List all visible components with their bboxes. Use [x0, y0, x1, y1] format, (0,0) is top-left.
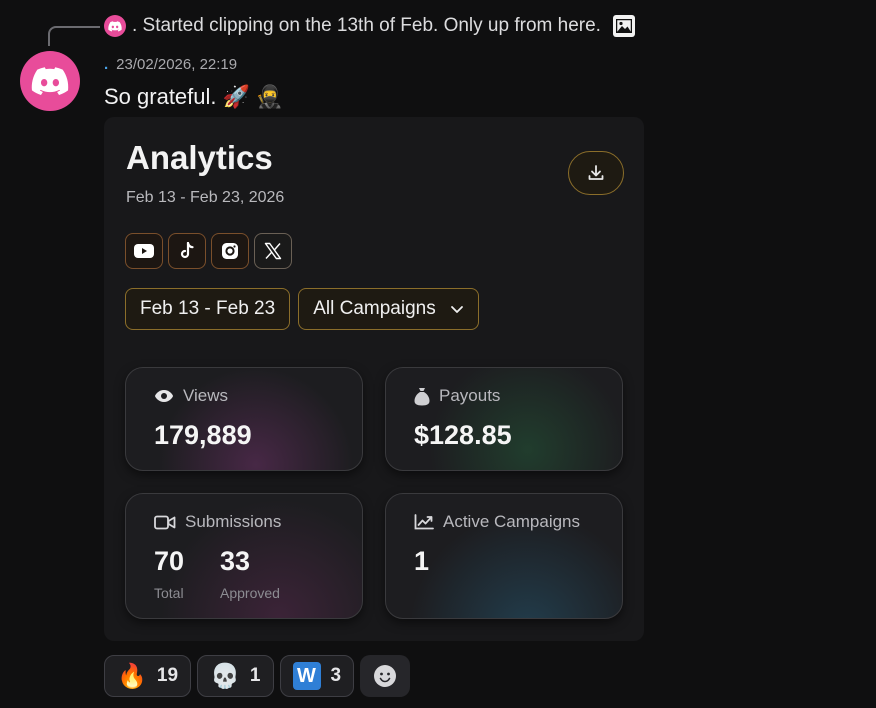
reaction-count: 3 — [330, 665, 342, 686]
payouts-label-row: Payouts — [414, 386, 500, 406]
payouts-label: Payouts — [439, 386, 501, 405]
active-campaigns-stat-card: Active Campaigns 1 — [385, 493, 623, 619]
download-icon — [588, 165, 604, 180]
video-camera-icon — [154, 515, 176, 529]
reactions-bar: 🔥 19 💀 1 W 3 — [104, 655, 411, 697]
active-campaigns-label-row: Active Campaigns — [414, 512, 580, 532]
submissions-approved-value: 33 — [220, 546, 251, 576]
submissions-stat-card: Submissions 70 Total 33 Approved — [125, 493, 363, 619]
reaction-fire[interactable]: 🔥 19 — [104, 655, 192, 697]
message-meta: . 23/02/2026, 22:19 — [104, 56, 237, 73]
fire-emoji: 🔥 — [117, 662, 147, 690]
submissions-total-value: 70 — [154, 546, 185, 576]
x-icon — [264, 242, 282, 260]
youtube-icon — [134, 244, 154, 258]
payouts-value: $128.85 — [414, 420, 512, 450]
tiktok-filter[interactable] — [168, 233, 206, 269]
active-campaigns-value: 1 — [414, 546, 430, 576]
submissions-label-row: Submissions — [154, 512, 281, 532]
smiley-add-icon — [374, 665, 397, 687]
reply-text: . Started clipping on the 13th of Feb. O… — [132, 15, 601, 36]
reaction-count: 1 — [249, 665, 261, 686]
submissions-approved-caption: Approved — [220, 585, 280, 601]
youtube-filter[interactable] — [125, 233, 163, 269]
reaction-skull[interactable]: 💀 1 — [197, 655, 274, 697]
reaction-w[interactable]: W 3 — [279, 655, 355, 697]
active-campaigns-label: Active Campaigns — [443, 512, 581, 531]
skull-emoji: 💀 — [210, 662, 240, 690]
views-stat-card: Views 179,889 — [125, 367, 363, 471]
ninja-emoji: 🥷 — [255, 84, 284, 109]
card-date-range: Feb 13 - Feb 23, 2026 — [126, 189, 285, 206]
rocket-emoji: 🚀 — [222, 84, 250, 109]
submissions-total-caption: Total — [154, 585, 184, 601]
message-content: So grateful. 🚀 🥷 — [104, 84, 283, 110]
views-value: 179,889 — [154, 420, 252, 450]
views-label-row: Views — [154, 386, 228, 406]
campaign-select-label: All Campaigns — [313, 298, 436, 319]
tiktok-icon — [180, 242, 194, 259]
instagram-icon — [222, 243, 238, 259]
submissions-approved: 33 Approved — [220, 546, 280, 601]
platform-filters — [125, 233, 292, 269]
eye-icon — [155, 390, 173, 402]
trend-chart-icon — [414, 514, 434, 530]
money-bag-icon — [414, 387, 430, 405]
message-text: So grateful. — [104, 84, 217, 109]
reaction-count: 19 — [156, 665, 179, 686]
reply-connector — [48, 26, 100, 46]
timestamp: 23/02/2026, 22:19 — [116, 56, 238, 73]
download-button[interactable] — [568, 151, 624, 195]
reply-preview[interactable]: . Started clipping on the 13th of Feb. O… — [104, 14, 635, 38]
campaign-select[interactable]: All Campaigns — [298, 288, 479, 330]
author-avatar[interactable] — [20, 51, 80, 111]
chevron-down-icon — [450, 305, 463, 313]
submissions-total: 70 Total — [154, 546, 184, 601]
x-filter[interactable] — [254, 233, 292, 269]
w-emoji: W — [292, 662, 321, 690]
add-reaction-button[interactable] — [360, 655, 411, 697]
views-label: Views — [183, 386, 229, 405]
card-title: Analytics — [126, 139, 273, 176]
discord-logo-icon — [31, 66, 69, 95]
discord-logo-icon — [104, 15, 126, 37]
date-range-filter[interactable]: Feb 13 - Feb 23 — [125, 288, 291, 330]
payouts-stat-card: Payouts $128.85 — [385, 367, 623, 471]
date-range-label: Feb 13 - Feb 23 — [140, 298, 276, 319]
image-icon[interactable] — [612, 15, 635, 37]
author-name[interactable]: . — [104, 56, 108, 73]
submissions-label: Submissions — [185, 512, 282, 531]
filter-row: Feb 13 - Feb 23 All Campaigns — [125, 288, 479, 330]
analytics-card: Analytics Feb 13 - Feb 23, 2026 Feb 13 -… — [104, 117, 644, 641]
instagram-filter[interactable] — [211, 233, 249, 269]
